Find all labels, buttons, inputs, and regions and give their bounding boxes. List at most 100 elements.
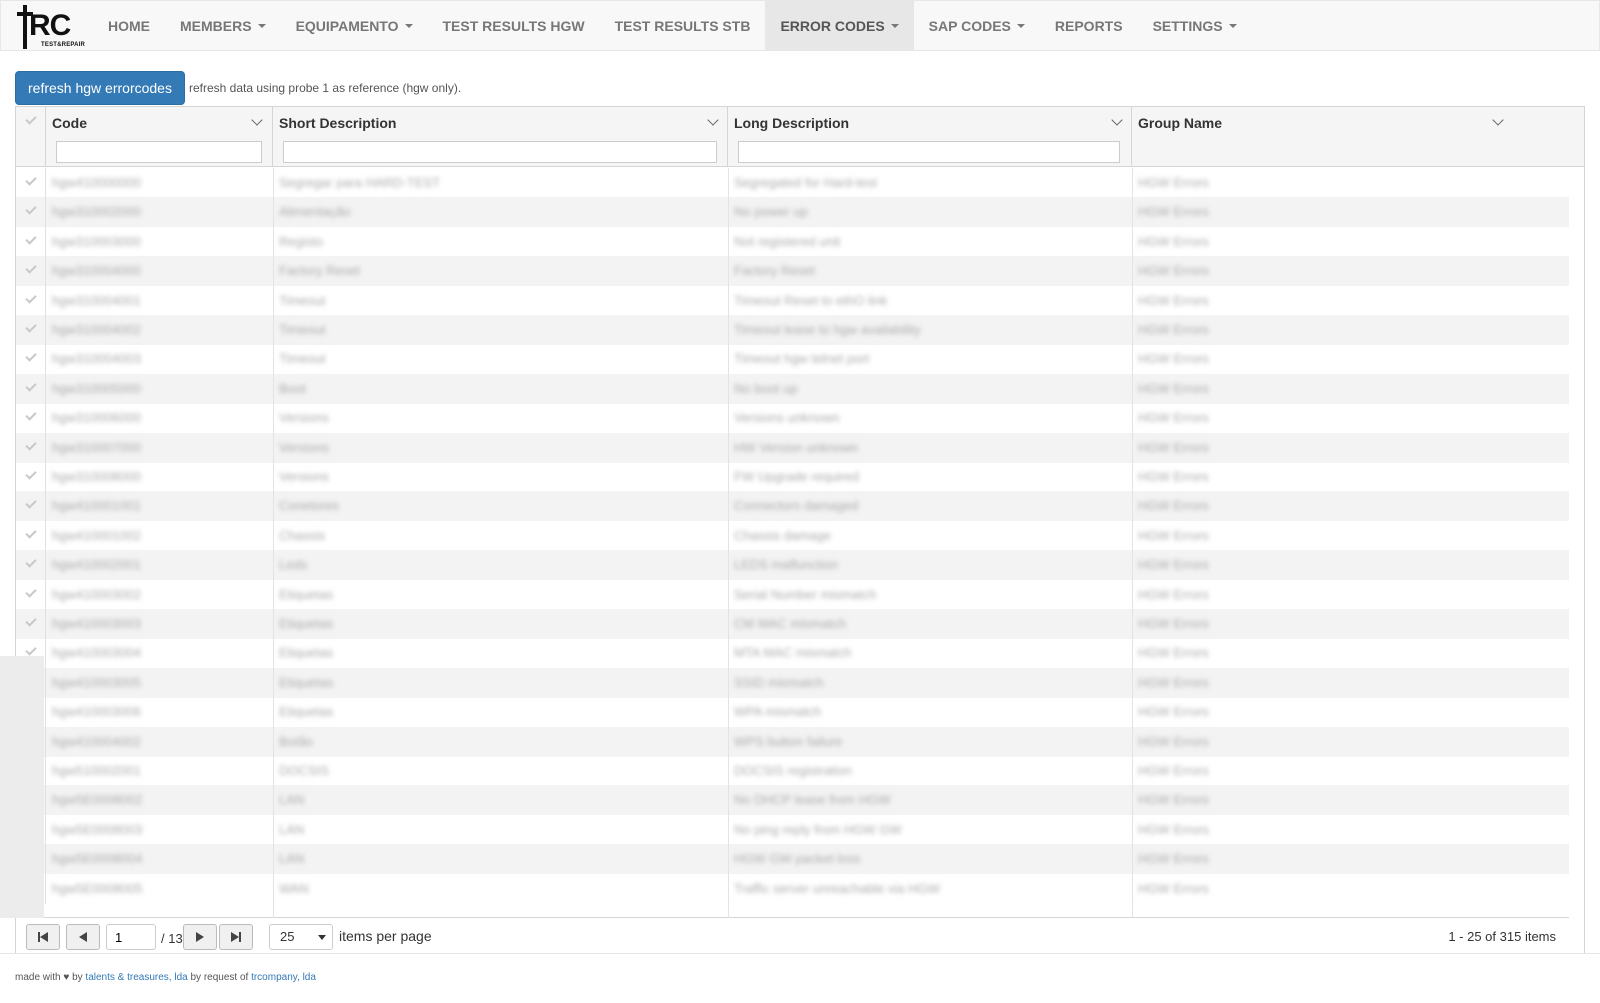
chevron-down-icon[interactable] — [707, 114, 719, 126]
filter-input-code[interactable] — [56, 141, 262, 163]
table-cell-short-description: Timeout — [279, 351, 326, 367]
row-select[interactable] — [16, 285, 46, 316]
table-row[interactable]: hgw510002001 DOCSIS DOCSIS registration HGW… — [16, 756, 1569, 786]
client-link[interactable]: trcompany, lda — [251, 972, 316, 983]
table-row[interactable]: hgw410003005 Etiquetas SSID mismatch HGW Er… — [16, 667, 1569, 698]
first-page-button[interactable] — [26, 924, 60, 950]
next-page-button[interactable] — [183, 924, 217, 950]
table-cell-short-description: LAN — [279, 851, 305, 867]
table-cell-code: hgw410003002 — [52, 586, 141, 602]
table-cell-code: hgw410003006 — [52, 704, 141, 720]
table-row[interactable]: hgw310004001 Timeout Timeout Reset to ethO… — [16, 285, 1569, 316]
table-row[interactable]: hgw310003000 Registo Not registered unit HG… — [16, 226, 1569, 257]
table-row[interactable]: hgw310007000 Versions HW Version unknown HG… — [16, 432, 1569, 463]
table-row[interactable]: hgw310006000 Versions Versions unknown HGW … — [16, 403, 1569, 434]
nav-item-error-codes[interactable]: ERROR CODES — [765, 1, 914, 50]
nav-item-equipamento[interactable]: EQUIPAMENTO — [281, 1, 428, 50]
column-header-short-description[interactable]: Short Description — [273, 107, 728, 167]
company-link[interactable]: talents & treasures, lda — [85, 972, 187, 983]
table-cell-short-description: Versions — [279, 439, 329, 455]
table-cell-short-description: Alimentação — [279, 204, 351, 220]
check-icon — [25, 380, 37, 392]
brand-logo[interactable]: RC TEST&REPAIR — [1, 1, 93, 51]
row-select[interactable] — [16, 197, 46, 228]
row-select[interactable] — [16, 226, 46, 257]
check-icon — [25, 262, 37, 274]
check-icon — [25, 409, 37, 421]
table-row[interactable]: hgw310008000 Versions FW Upgrade required H… — [16, 462, 1569, 492]
table-row[interactable]: hgw310004002 Timeout Timeout lease to hgw … — [16, 315, 1569, 345]
footer: made with ♥ by talents & treasures, lda … — [15, 972, 316, 983]
table-cell-short-description: Leds — [279, 557, 308, 573]
column-title-group-name: Group Name — [1138, 115, 1223, 131]
table-row[interactable]: hgw5E0008002 LAN No DHCP lease from HGW HGW… — [16, 785, 1569, 816]
row-select[interactable] — [16, 344, 46, 375]
table-row[interactable]: hgw310002000 Alimentação No power up HGW Er… — [16, 197, 1569, 228]
table-row[interactable]: hgw410001001 Conetores Connectors damaged H… — [16, 491, 1569, 522]
page-size-select[interactable]: 25 — [269, 924, 333, 950]
chevron-down-icon[interactable] — [251, 114, 263, 126]
last-page-button[interactable] — [219, 924, 253, 950]
grid-scroll-area[interactable] — [1569, 168, 1584, 918]
row-select[interactable] — [16, 491, 46, 522]
table-cell-group-name: HGW Errors — [1138, 851, 1209, 867]
row-select[interactable] — [16, 168, 46, 198]
table-cell-long-description: Factory Reset — [734, 263, 815, 279]
table-cell-long-description: Serial Number mismatch — [734, 586, 877, 602]
table-row[interactable]: hgw410004002 Botão WPS button failure HGW E… — [16, 726, 1569, 757]
nav-item-test-results-hgw[interactable]: TEST RESULTS HGW — [428, 1, 600, 50]
table-row[interactable]: hgw310004003 Timeout Timeout hgw telnet po… — [16, 344, 1569, 375]
table-row[interactable]: hgw410003003 Etiquetas CM MAC mismatch HGW … — [16, 609, 1569, 639]
chevron-down-icon[interactable] — [1492, 114, 1504, 126]
row-select[interactable] — [16, 403, 46, 434]
row-select[interactable] — [16, 256, 46, 287]
table-row[interactable]: hgw410003002 Etiquetas Serial Number misma… — [16, 579, 1569, 610]
column-header-code[interactable]: Code — [46, 107, 273, 167]
column-header-long-description[interactable]: Long Description — [728, 107, 1132, 167]
page-size-label: items per page — [339, 928, 432, 944]
refresh-errorcodes-button[interactable]: refresh hgw errorcodes — [15, 71, 185, 105]
row-select[interactable] — [16, 550, 46, 581]
table-cell-short-description: WAN — [279, 880, 309, 896]
check-icon — [25, 438, 37, 451]
row-select[interactable] — [16, 609, 46, 639]
row-select[interactable] — [16, 579, 46, 610]
filter-input-long-description[interactable] — [738, 141, 1120, 163]
chevron-down-icon[interactable] — [1111, 114, 1123, 126]
nav-item-test-results-stb[interactable]: TEST RESULTS STB — [600, 1, 766, 50]
table-cell-code: hgw310007000 — [52, 439, 141, 455]
table-row[interactable]: hgw410001002 Chassis Chassis damage HGW Err… — [16, 520, 1569, 551]
table-cell-long-description: Connectors damaged — [734, 498, 859, 514]
row-select[interactable] — [16, 315, 46, 345]
table-cell-group-name: HGW Errors — [1138, 469, 1209, 484]
table-row[interactable]: hgw410003004 Etiquetas MTA MAC mismatch HGW… — [16, 638, 1569, 669]
column-header-group-name[interactable]: Group Name — [1132, 107, 1584, 167]
table-row[interactable]: hgw410000000 Segregar para HARD-TEST Segre… — [16, 168, 1569, 198]
select-all-header[interactable] — [16, 107, 46, 167]
table-cell-short-description: Etiquetas — [279, 704, 334, 720]
nav-item-settings[interactable]: SETTINGS — [1138, 1, 1252, 50]
table-cell-group-name: HGW Errors — [1138, 322, 1209, 337]
table-row[interactable]: hgw410003006 Etiquetas WPA mismatch HGW Err… — [16, 697, 1569, 728]
table-row[interactable]: hgw310004000 Factory Reset Factory Reset HG… — [16, 256, 1569, 287]
table-cell-group-name: HGW Errors — [1138, 498, 1209, 514]
prev-page-button[interactable] — [66, 924, 100, 950]
nav-item-sap-codes[interactable]: SAP CODES — [914, 1, 1040, 50]
nav-item-members[interactable]: MEMBERS — [165, 1, 281, 50]
check-icon — [25, 233, 37, 245]
table-row[interactable]: hgw5E0008004 LAN HGW GW packet loss HGW Err… — [16, 844, 1569, 875]
row-select[interactable] — [16, 462, 46, 492]
nav-item-home[interactable]: HOME — [93, 1, 165, 50]
page-number-input[interactable] — [106, 924, 156, 950]
filter-input-short-description[interactable] — [283, 141, 717, 163]
row-select[interactable] — [16, 520, 46, 551]
table-cell-long-description: CM MAC mismatch — [734, 616, 846, 631]
nav-item-reports[interactable]: REPORTS — [1040, 1, 1138, 50]
table-row[interactable]: hgw410002001 Leds LEDS malfunction HGW Erro… — [16, 550, 1569, 581]
row-select[interactable] — [16, 432, 46, 463]
table-row[interactable]: hgw5E0008005 WAN Traffic server unreachabl… — [16, 873, 1569, 904]
table-row[interactable]: hgw310005000 Boot No boot up HGW Errors — [16, 373, 1569, 404]
table-row[interactable]: hgw5E0008003 LAN No ping reply from HGW GW… — [16, 814, 1569, 845]
main-nav: HOME MEMBERS EQUIPAMENTO TEST RESULTS HGW TE… — [93, 1, 1252, 50]
row-select[interactable] — [16, 373, 46, 404]
